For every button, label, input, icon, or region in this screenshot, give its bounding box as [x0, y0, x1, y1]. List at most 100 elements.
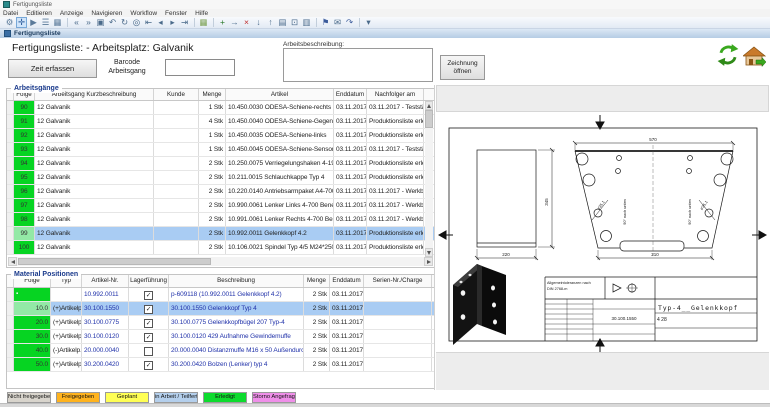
- table-row[interactable]: 30.0(+)Artikelp...30.100.0120✓30.100.012…: [7, 330, 434, 344]
- table-row[interactable]: 9712 Galvanik2 Stk10.990.0061 Lenker Lin…: [7, 199, 434, 213]
- undo-icon[interactable]: ↶: [107, 17, 118, 28]
- nav-first-icon[interactable]: ⇤: [143, 17, 154, 28]
- table-row[interactable]: 9112 Galvanik4 Stk10.450.0040 ODESA-Schi…: [7, 115, 434, 129]
- drawing-sheet[interactable]: 570 345 220 210 ø35.1 ø35.1 90° nach unt…: [436, 112, 769, 352]
- table-row[interactable]: 9812 Galvanik2 Stk10.991.0061 Lenker Rec…: [7, 213, 434, 227]
- scroll-down-button[interactable]: [425, 248, 433, 257]
- open-record-icon[interactable]: →: [229, 17, 240, 28]
- legend-status-2[interactable]: Freigegeben: [56, 392, 100, 403]
- edit-mode-icon[interactable]: ✛: [16, 17, 27, 28]
- legend-status-6[interactable]: Storno Angefragt: [252, 392, 296, 403]
- table-row[interactable]: 20.0(+)Artikelp...30.100.0775✓30.100.077…: [7, 316, 434, 330]
- report-icon[interactable]: ▥: [301, 17, 312, 28]
- lager-cell[interactable]: ✓: [129, 302, 169, 315]
- lager-cell[interactable]: ✓: [129, 316, 169, 329]
- row-selector: [7, 115, 14, 128]
- menu-item-hilfe[interactable]: Hilfe: [195, 10, 208, 17]
- nav-last-icon[interactable]: ⇥: [179, 17, 190, 28]
- add-icon[interactable]: +: [217, 17, 228, 28]
- scroll-up-button[interactable]: [425, 101, 433, 110]
- menu-item-datei[interactable]: Datei: [3, 10, 18, 17]
- material-group-label: Material Positionen: [11, 270, 81, 279]
- column-header[interactable]: Enddatum: [330, 275, 364, 287]
- legend-status-5[interactable]: Erledigt: [203, 392, 247, 403]
- menu-item-fenster[interactable]: Fenster: [165, 10, 187, 17]
- column-header[interactable]: Artikel-Nr.: [82, 275, 129, 287]
- column-header[interactable]: Kunde: [154, 89, 199, 100]
- column-header[interactable]: Nachfolger am: [367, 89, 424, 100]
- table-row[interactable]: 9212 Galvanik1 Stk10.450.0035 ODESA-Schi…: [7, 129, 434, 143]
- scroll-left-button[interactable]: [8, 257, 17, 266]
- image-icon[interactable]: ▦: [198, 17, 209, 28]
- tab-fertigungsliste[interactable]: Fertigungsliste: [14, 30, 61, 37]
- horizontal-scrollbar[interactable]: [8, 257, 433, 266]
- column-header[interactable]: Artikel: [226, 89, 334, 100]
- table-row[interactable]: 10012 Galvanik2 Stk10.106.0021 Spindel T…: [7, 241, 434, 255]
- nav-next-icon[interactable]: ▸: [167, 17, 178, 28]
- column-header[interactable]: Menge: [304, 275, 330, 287]
- search-icon[interactable]: ◎: [131, 17, 142, 28]
- home-icon[interactable]: [743, 46, 766, 67]
- menu-item-navigieren[interactable]: Navigieren: [91, 10, 122, 17]
- column-header[interactable]: Serien-Nr./Charge: [364, 275, 432, 287]
- last-record-icon[interactable]: »: [83, 17, 94, 28]
- lagerfuehrung-checkbox[interactable]: [144, 347, 153, 356]
- legend-status-3[interactable]: Geplant: [105, 392, 149, 403]
- lagerfuehrung-checkbox[interactable]: ✓: [144, 333, 153, 342]
- lager-cell[interactable]: ✓: [129, 330, 169, 343]
- table-row[interactable]: 50.0(+)Artikelp...30.200.0420✓30.200.042…: [7, 358, 434, 372]
- table-row[interactable]: 9912 Galvanik2 Stk10.992.0011 Gelenkkopf…: [7, 227, 434, 241]
- scrollbar-thumb[interactable]: [425, 110, 433, 128]
- move-down-icon[interactable]: ↓: [253, 17, 264, 28]
- table-row[interactable]: 9012 Galvanik1 Stk10.450.0030 ODESA-Schi…: [7, 101, 434, 115]
- table-row[interactable]: ▪10.992.0011✓p-609118 (10.992.0011 Gelen…: [7, 288, 434, 302]
- vertical-scrollbar[interactable]: [425, 101, 433, 257]
- legend-status-4[interactable]: in Arbeit / Teilfertig: [154, 392, 198, 403]
- table-row[interactable]: 9612 Galvanik2 Stk10.220.0140 Antriebsar…: [7, 185, 434, 199]
- zeit-erfassen-button[interactable]: Zeit erfassen: [8, 59, 97, 78]
- redo-icon[interactable]: ↷: [344, 17, 355, 28]
- lager-cell[interactable]: ✓: [129, 288, 169, 301]
- form-icon[interactable]: ▤: [277, 17, 288, 28]
- table-row[interactable]: 10.0(+)Artikelp...30.100.1550✓30.100.155…: [7, 302, 434, 316]
- zeichnung-oeffnen-button[interactable]: Zeichnung öffnen: [440, 55, 485, 80]
- lagerfuehrung-checkbox[interactable]: ✓: [144, 361, 153, 370]
- column-header[interactable]: Lagerführung: [129, 275, 169, 287]
- arbeitsbeschreibung-box[interactable]: [283, 48, 433, 82]
- move-up-icon[interactable]: ↑: [265, 17, 276, 28]
- nav-prev-icon[interactable]: ◂: [155, 17, 166, 28]
- lagerfuehrung-checkbox[interactable]: ✓: [144, 305, 153, 314]
- lager-cell[interactable]: [129, 344, 169, 357]
- flag-icon[interactable]: ⚑: [320, 17, 331, 28]
- pointer-icon[interactable]: ▶: [28, 17, 39, 28]
- lagerfuehrung-checkbox[interactable]: ✓: [144, 319, 153, 328]
- list-view-icon[interactable]: ☰: [40, 17, 51, 28]
- settings-icon[interactable]: ⚙: [4, 17, 15, 28]
- table-row[interactable]: 9312 Galvanik1 Stk10.450.0045 ODESA-Schi…: [7, 143, 434, 157]
- row-selector: [7, 316, 14, 329]
- mail-icon[interactable]: ✉: [332, 17, 343, 28]
- scroll-right-button[interactable]: [424, 257, 433, 266]
- copy-icon[interactable]: ⊡: [289, 17, 300, 28]
- toolbar-options-icon[interactable]: ▾: [363, 17, 374, 28]
- table-row[interactable]: 40.0(-)Artikelp...20.000.004020.000.0040…: [7, 344, 434, 358]
- first-record-icon[interactable]: «: [71, 17, 82, 28]
- refresh-icon[interactable]: ↻: [119, 17, 130, 28]
- barcode-input[interactable]: [165, 59, 235, 76]
- lager-cell[interactable]: ✓: [129, 358, 169, 371]
- menu-item-editieren[interactable]: Editieren: [26, 10, 52, 17]
- grid-view-icon[interactable]: ▦: [52, 17, 63, 28]
- save-icon[interactable]: ▣: [95, 17, 106, 28]
- table-row[interactable]: 9412 Galvanik2 Stk10.250.0075 Verriegelu…: [7, 157, 434, 171]
- lagerfuehrung-checkbox[interactable]: ✓: [144, 291, 153, 300]
- refresh-drawing-icon[interactable]: [716, 43, 740, 67]
- column-header[interactable]: Menge: [199, 89, 226, 100]
- delete-icon[interactable]: ×: [241, 17, 252, 28]
- legend-status-1[interactable]: Nicht freigegeben: [7, 392, 51, 403]
- table-row[interactable]: 9512 Galvanik2 Stk10.211.0015 Schlauchka…: [7, 171, 434, 185]
- column-header[interactable]: Beschreibung: [169, 275, 304, 287]
- menu-item-workflow[interactable]: Workflow: [130, 10, 157, 17]
- scrollbar-thumb[interactable]: [18, 258, 211, 265]
- column-header[interactable]: Enddatum: [334, 89, 367, 100]
- menu-item-anzeige[interactable]: Anzeige: [60, 10, 84, 17]
